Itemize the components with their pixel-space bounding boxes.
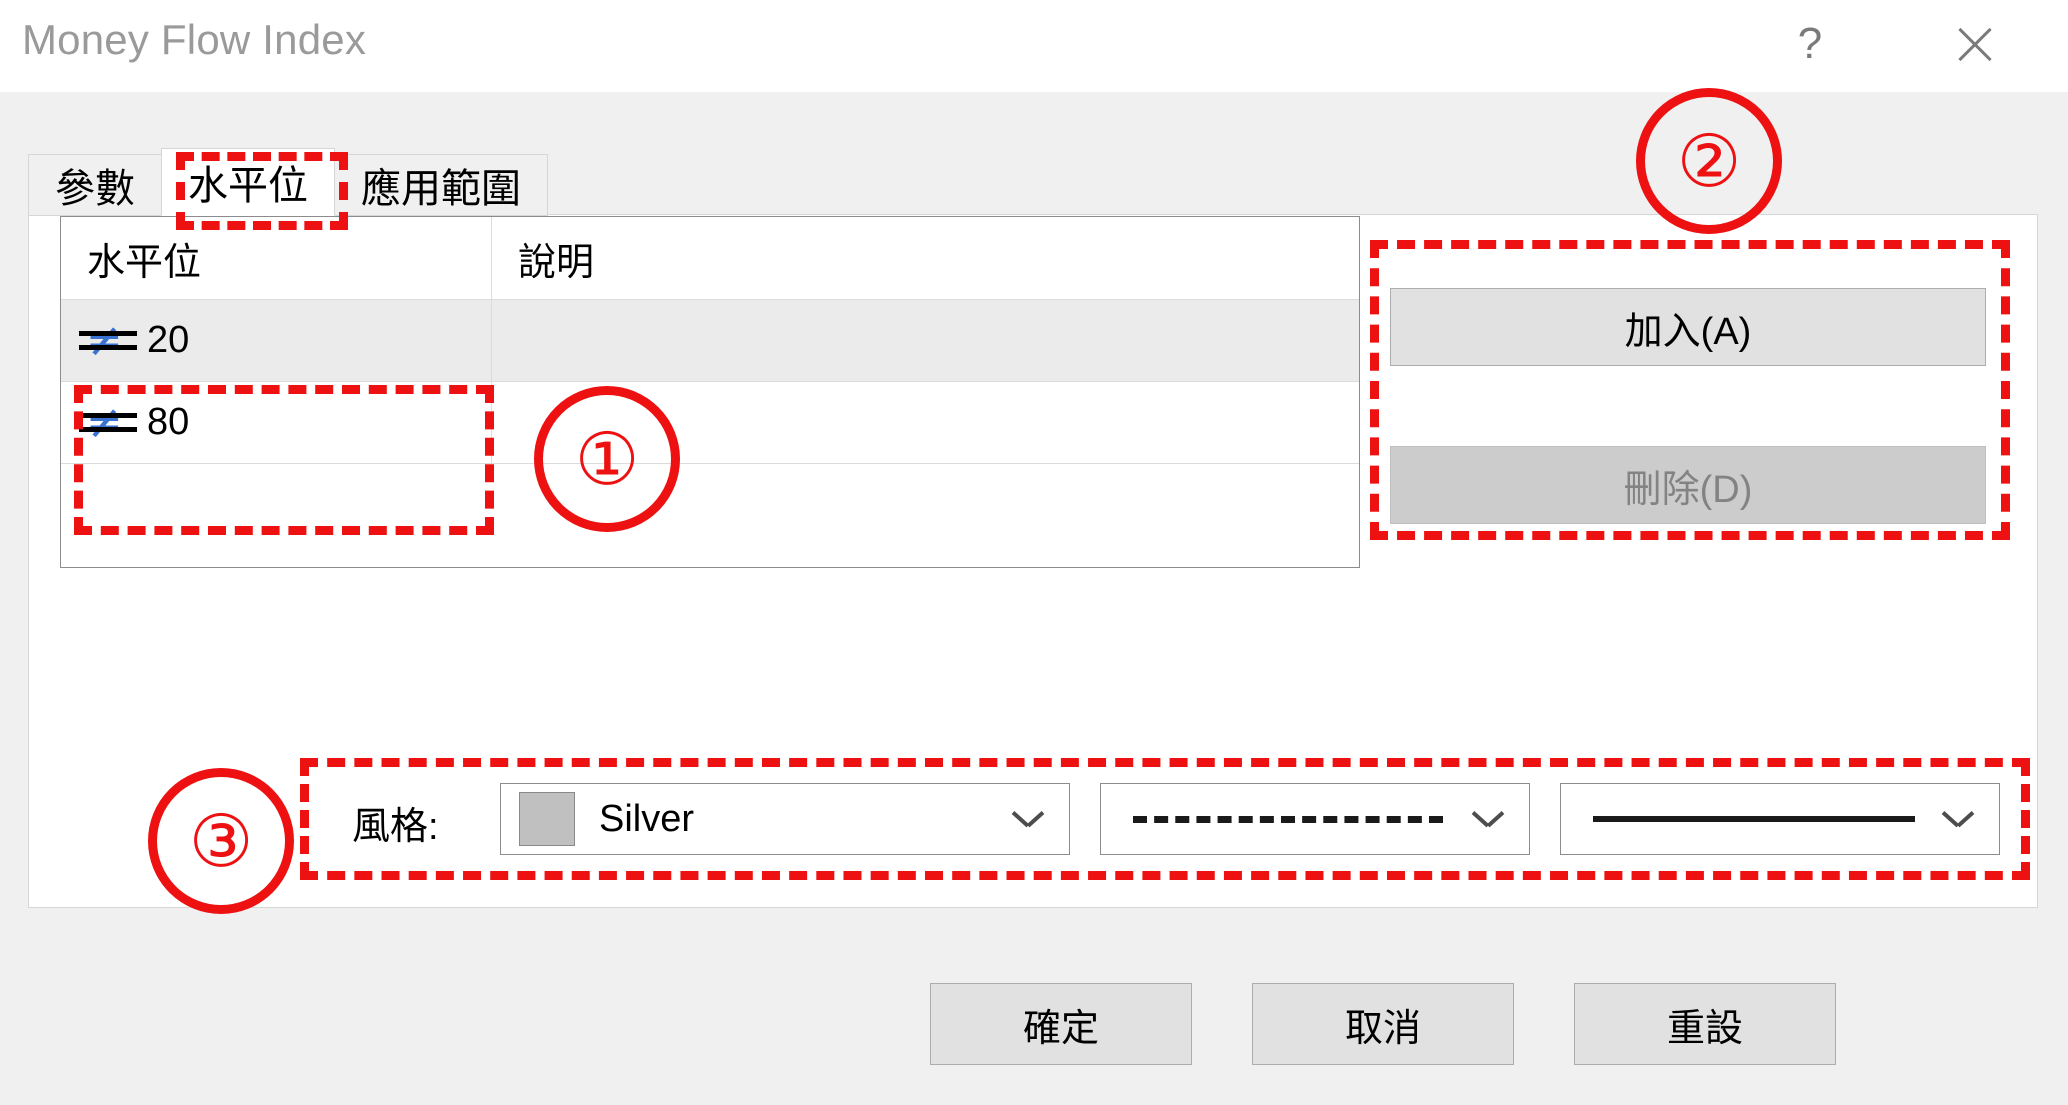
delete-level-button[interactable]: 刪除(D): [1390, 446, 1986, 524]
line-width-select[interactable]: [1560, 783, 2000, 855]
cell-level-value: 80: [147, 401, 190, 443]
reset-button-label: 重設: [1666, 1007, 1743, 1050]
color-swatch: [519, 792, 575, 846]
solid-line-preview: [1593, 816, 1915, 822]
tab-scope-label: 應用範圍: [361, 167, 521, 211]
style-label: 風格:: [352, 806, 439, 848]
reset-button[interactable]: 重設: [1574, 983, 1836, 1065]
question-mark-icon: ?: [1797, 19, 1823, 68]
dashed-line-preview: [1133, 815, 1443, 823]
column-header-description: 說明: [491, 217, 1359, 299]
dialog-window: Money Flow Index ? 參數 水平位 應用範圍 水平位 說明 ≠ …: [0, 0, 2068, 1105]
cell-level: ≠ 20: [61, 300, 491, 381]
tab-levels-label: 水平位: [188, 164, 308, 208]
help-button[interactable]: ?: [1755, 0, 1865, 88]
table-row[interactable]: ≠ 20: [61, 300, 1359, 382]
cell-level-value: 20: [147, 319, 190, 361]
cell-level: ≠ 80: [61, 382, 491, 463]
table-row[interactable]: ≠ 80: [61, 382, 1359, 464]
line-style-select[interactable]: [1100, 783, 1530, 855]
chevron-down-icon: [1013, 811, 1043, 828]
close-button[interactable]: [1920, 0, 2030, 88]
delete-level-label: 刪除(D): [1623, 468, 1753, 511]
color-select[interactable]: Silver: [500, 783, 1070, 855]
add-level-label: 加入(A): [1624, 310, 1752, 353]
cancel-button-label: 取消: [1344, 1007, 1421, 1050]
column-header-level: 水平位: [87, 241, 202, 284]
close-icon: [1953, 22, 1997, 66]
tab-parameters[interactable]: 參數: [28, 154, 162, 216]
color-name: Silver: [599, 797, 695, 840]
tab-scope[interactable]: 應用範圍: [334, 154, 548, 216]
tab-strip: 參數 水平位 應用範圍: [28, 148, 548, 216]
title-bar: Money Flow Index ?: [0, 0, 2068, 92]
tab-levels[interactable]: 水平位: [161, 148, 335, 216]
add-level-button[interactable]: 加入(A): [1390, 288, 1986, 366]
levels-list[interactable]: 水平位 說明 ≠ 20 ≠ 80: [60, 216, 1360, 568]
level-line-icon: ≠: [79, 318, 137, 364]
window-title: Money Flow Index: [22, 16, 367, 63]
ok-button-label: 確定: [1022, 1007, 1099, 1050]
levels-list-header: 水平位 說明: [61, 217, 1359, 300]
chevron-down-icon: [1473, 811, 1503, 828]
chevron-down-icon: [1943, 811, 1973, 828]
tab-parameters-label: 參數: [55, 167, 135, 211]
cancel-button[interactable]: 取消: [1252, 983, 1514, 1065]
ok-button[interactable]: 確定: [930, 983, 1192, 1065]
cell-description: [491, 382, 1359, 463]
cell-description: [491, 300, 1359, 381]
level-line-icon: ≠: [79, 400, 137, 446]
